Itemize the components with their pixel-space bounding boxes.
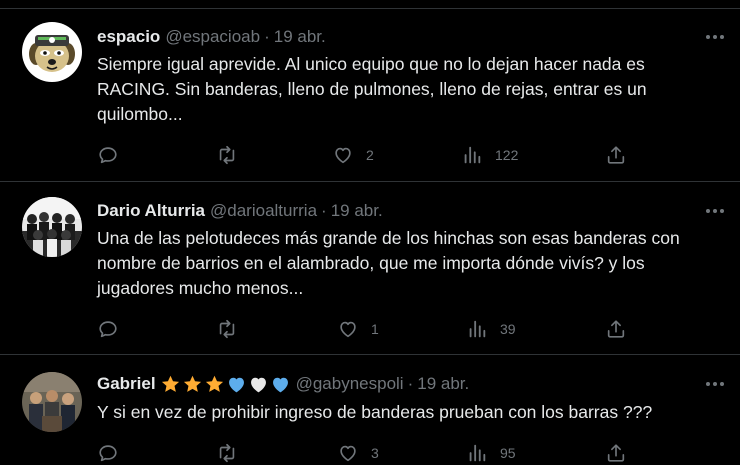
retweet-icon bbox=[219, 145, 235, 165]
retweet-button[interactable] bbox=[215, 143, 251, 167]
retweet-button[interactable] bbox=[215, 441, 251, 465]
tweet-actions: 2 122 bbox=[97, 143, 637, 167]
views-button[interactable]: 39 bbox=[466, 317, 516, 341]
more-options-button[interactable] bbox=[704, 373, 726, 395]
retweet-icon bbox=[219, 443, 235, 463]
share-icon bbox=[607, 444, 625, 462]
blue-heart-icon bbox=[272, 377, 288, 392]
heart-icon bbox=[335, 147, 351, 164]
tweet-text: Siempre igual aprevide. Al unico equipo … bbox=[97, 54, 647, 124]
name-emojis bbox=[160, 374, 291, 395]
like-count: 2 bbox=[366, 147, 374, 163]
views-button[interactable]: 95 bbox=[466, 441, 516, 465]
tweet-actions: 3 95 bbox=[97, 441, 637, 465]
tweet-header: espacio @espacioab · 19 abr. bbox=[97, 25, 326, 49]
views-count: 39 bbox=[500, 321, 516, 337]
team-photo-avatar-icon bbox=[22, 197, 82, 257]
more-dots-icon bbox=[706, 209, 724, 213]
tweet-date[interactable]: 19 abr. bbox=[274, 27, 326, 47]
like-button[interactable]: 2 bbox=[332, 143, 374, 167]
like-count: 3 bbox=[371, 445, 379, 461]
tweet-2[interactable]: Dario Alturria @darioalturria · 19 abr. … bbox=[0, 182, 740, 355]
retweet-button[interactable] bbox=[215, 317, 251, 341]
tweet-feed: espacio @espacioab · 19 abr. Siempre igu… bbox=[0, 0, 740, 463]
tweet-1[interactable]: espacio @espacioab · 19 abr. Siempre igu… bbox=[0, 9, 740, 182]
star-icon bbox=[205, 375, 223, 392]
author-handle[interactable]: @darioalturria bbox=[210, 201, 317, 221]
author-handle[interactable]: @gabynespoli bbox=[296, 374, 404, 394]
views-button[interactable]: 122 bbox=[461, 143, 518, 167]
more-options-button[interactable] bbox=[704, 200, 726, 222]
star-icon bbox=[161, 375, 179, 392]
tweet-3[interactable]: Gabriel @gabynespoli · 19 abr. Y si en v… bbox=[0, 355, 740, 463]
views-count: 122 bbox=[495, 147, 519, 163]
heart-icon bbox=[340, 321, 356, 338]
tweet-text: Y si en vez de prohibir ingreso de bande… bbox=[97, 402, 653, 422]
author-name[interactable]: Dario Alturria bbox=[97, 201, 205, 221]
separator-dot: · bbox=[321, 201, 327, 220]
blue-heart-icon bbox=[228, 377, 244, 392]
views-chart-icon bbox=[464, 146, 481, 164]
like-count: 1 bbox=[371, 321, 379, 337]
star-icon bbox=[183, 375, 201, 392]
views-count: 95 bbox=[500, 445, 516, 461]
group-photo-avatar-icon bbox=[22, 372, 82, 432]
separator-dot: · bbox=[264, 27, 270, 46]
reply-button[interactable] bbox=[97, 143, 131, 167]
reply-icon bbox=[99, 445, 117, 462]
views-chart-icon bbox=[469, 444, 486, 462]
reply-button[interactable] bbox=[97, 317, 131, 341]
more-options-button[interactable] bbox=[704, 26, 726, 48]
author-name[interactable]: Gabriel bbox=[97, 374, 156, 394]
share-icon bbox=[607, 320, 625, 338]
tweet-header: Gabriel @gabynespoli · 19 abr. bbox=[97, 372, 469, 396]
author-name[interactable]: espacio bbox=[97, 27, 160, 47]
reply-icon bbox=[99, 321, 117, 338]
share-button[interactable] bbox=[605, 441, 627, 465]
tweet-header: Dario Alturria @darioalturria · 19 abr. bbox=[97, 199, 383, 223]
reply-button[interactable] bbox=[97, 441, 131, 465]
tweet-actions: 1 39 bbox=[97, 317, 637, 341]
share-button[interactable] bbox=[605, 143, 627, 167]
retweet-icon bbox=[219, 319, 235, 339]
heart-icon bbox=[340, 445, 356, 462]
tweet-date[interactable]: 19 abr. bbox=[331, 201, 383, 221]
views-chart-icon bbox=[469, 320, 486, 338]
share-icon bbox=[607, 146, 625, 164]
separator-dot: · bbox=[407, 374, 414, 393]
avatar-espacio[interactable] bbox=[22, 22, 82, 82]
avatar-gabriel[interactable] bbox=[22, 372, 82, 432]
cartoon-dog-avatar-icon bbox=[22, 22, 82, 82]
more-dots-icon bbox=[706, 35, 724, 39]
avatar-dario-alturria[interactable] bbox=[22, 197, 82, 257]
more-dots-icon bbox=[706, 382, 724, 386]
author-handle[interactable]: @espacioab bbox=[165, 27, 260, 47]
like-button[interactable]: 1 bbox=[337, 317, 379, 341]
reply-icon bbox=[99, 147, 117, 164]
tweet-date[interactable]: 19 abr. bbox=[417, 374, 469, 394]
like-button[interactable]: 3 bbox=[337, 441, 379, 465]
white-heart-icon bbox=[250, 377, 266, 392]
share-button[interactable] bbox=[605, 317, 627, 341]
tweet-text: Una de las pelotudeces más grande de los… bbox=[97, 228, 680, 298]
